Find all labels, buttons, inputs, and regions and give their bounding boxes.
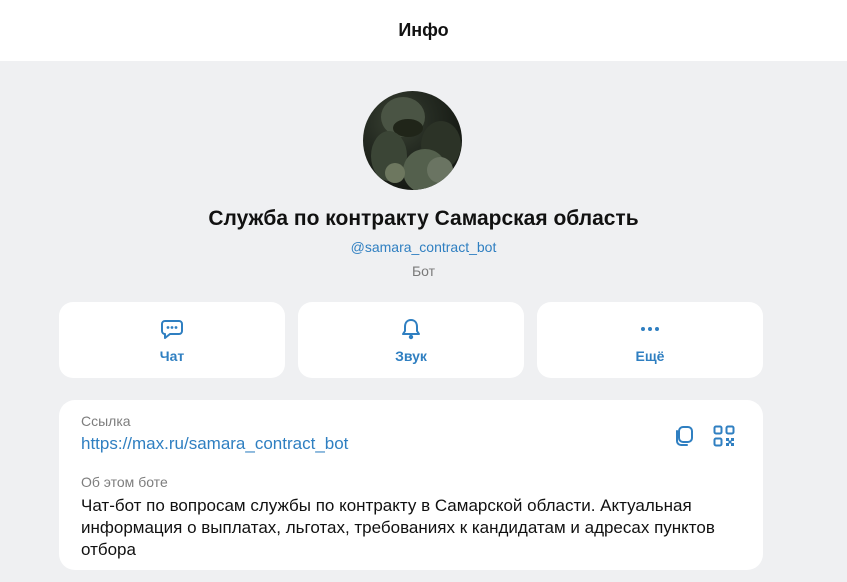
chat-icon [159, 316, 185, 342]
copy-icon[interactable] [671, 423, 697, 449]
link-label: Ссылка [81, 413, 131, 429]
more-button-label: Ещё [635, 348, 665, 364]
avatar[interactable] [363, 91, 462, 190]
qr-code-icon[interactable] [711, 423, 737, 449]
profile-name: Служба по контракту Самарская область [208, 207, 639, 230]
more-icon [637, 316, 663, 342]
about-label: Об этом боте [81, 474, 168, 490]
sound-button[interactable]: Звук [298, 302, 524, 378]
bell-icon [398, 316, 424, 342]
more-button[interactable]: Ещё [537, 302, 763, 378]
profile-username[interactable]: @samara_contract_bot [0, 239, 847, 255]
header-bar: Инфо [0, 0, 847, 61]
bot-link[interactable]: https://max.ru/samara_contract_bot [81, 434, 348, 454]
chat-button-label: Чат [159, 348, 185, 364]
header-title: Инфо [398, 20, 449, 40]
info-card: Ссылка https://max.ru/samara_contract_bo… [59, 400, 763, 570]
profile-type: Бот [411, 263, 436, 279]
sound-button-label: Звук [395, 348, 427, 364]
chat-button[interactable]: Чат [59, 302, 285, 378]
about-text: Чат-бот по вопросам службы по контракту … [81, 496, 715, 559]
